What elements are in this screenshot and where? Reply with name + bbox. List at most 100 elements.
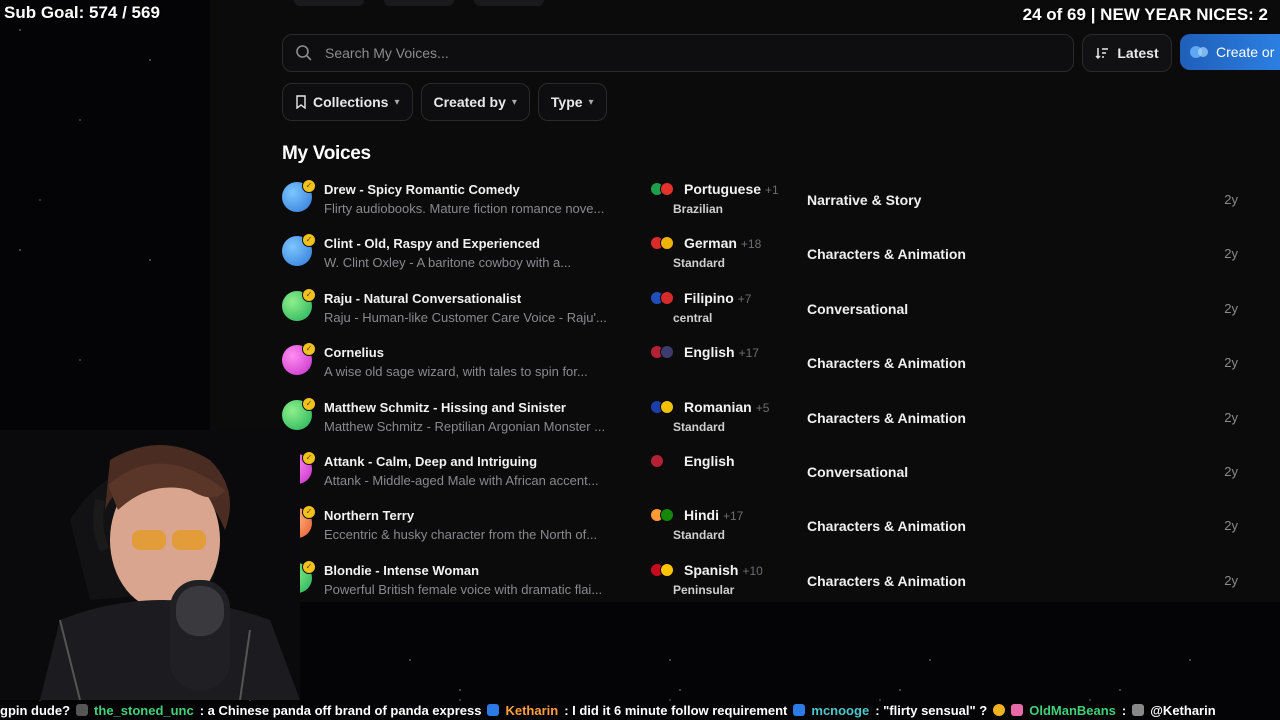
voice-description: Raju - Human-like Customer Care Voice - … [324,309,607,325]
flag-icon [660,508,674,523]
create-voice-button[interactable]: Create or [1180,34,1280,70]
voice-list: ✓ Drew - Spicy Romantic Comedy Flirty audi… [282,172,1252,607]
flag-icon [650,453,664,468]
voice-name: Drew - Spicy Romantic Comedy [324,182,520,197]
voice-accent: central [673,310,713,325]
flag-icon [660,182,674,196]
voice-name: Attank - Calm, Deep and Intriguing [324,453,538,469]
coin-icon [993,704,1006,716]
flag-icon [660,345,674,360]
voice-category: Characters & Animation [807,409,966,426]
voice-age: 2y [1224,572,1238,588]
chevron-down-icon: ▾ [511,96,517,108]
voice-library-panel: Latest Create or Collections ▾ Created b… [210,0,1280,602]
chat-badge-icon [793,704,806,716]
voice-accent: Standard [673,256,726,271]
chat-message: @Ketharin [1150,702,1216,718]
webcam-overlay [0,430,300,700]
sub-goal-overlay: Sub Goal: 574 / 569 [4,3,160,22]
filter-label: Type [550,94,583,110]
sort-latest-button[interactable]: Latest [1082,34,1172,72]
voice-row[interactable]: ✓ Matthew Schmitz - Hissing and Sinister M… [282,390,1252,444]
voice-row[interactable]: ✓ Cornelius A wise old sage wizard, with t… [282,335,1252,389]
voice-age: 2y [1224,409,1238,425]
search-icon [296,45,312,61]
voice-row[interactable]: ✓ Attank - Calm, Deep and Intriguing Attan… [282,444,1252,498]
language-more-count: +17 [723,509,744,524]
heart-icon [1011,704,1024,716]
language-more-count: +5 [755,400,770,415]
voice-description: A wise old sage wizard, with tales to sp… [324,364,588,380]
create-label: Create or [1216,44,1275,60]
voice-language: Romanian +5 [684,399,769,415]
language-name: Hindi [684,507,719,524]
voice-row[interactable]: ✓ Clint - Old, Raspy and Experienced W. Cl… [282,226,1252,280]
filter-created-by[interactable]: Created by ▾ [420,83,530,121]
voice-row[interactable]: ✓ Raju - Natural Conversationalist Raju - … [282,281,1252,335]
voice-name: Northern Terry [324,508,415,524]
sort-label: Latest [1117,45,1159,61]
verified-badge-icon: ✓ [302,287,316,302]
voice-language: Hindi +17 [684,507,743,523]
voice-age: 2y [1224,355,1238,371]
language-flags [650,508,674,523]
chat-username: mcnooge [811,702,870,718]
verified-badge-icon: ✓ [302,559,316,574]
language-name: Portuguese [684,181,762,197]
voice-row[interactable]: ✓ Northern Terry Eccentric & husky charact… [282,498,1252,552]
chat-message: gpin dude? [0,702,71,718]
bookmark-icon [296,95,306,109]
language-flags [650,399,674,414]
filter-type[interactable]: Type ▾ [537,83,607,121]
voice-category: Characters & Animation [807,518,966,535]
voice-description: Eccentric & husky character from the Nor… [324,527,598,543]
search-bar[interactable] [282,34,1074,72]
filter-label: Collections [313,94,389,110]
voice-category: Characters & Animation [807,572,966,589]
verified-badge-icon: ✓ [302,396,316,411]
voice-language: Portuguese +1 [684,181,779,197]
voice-language: Filipino +7 [684,290,751,306]
language-more-count: +1 [765,183,779,197]
voice-category: Characters & Animation [807,246,966,263]
streamer-image [0,430,300,700]
voice-age: 2y [1224,463,1238,479]
voice-row[interactable]: ✓ Drew - Spicy Romantic Comedy Flirty audi… [282,172,1252,226]
sort-icon [1095,48,1109,60]
chat-username: Ketharin [505,702,559,718]
voice-language: German +18 [684,235,761,251]
language-more-count: +18 [740,237,762,252]
voice-description: Powerful British female voice with drama… [324,581,603,597]
voice-age: 2y [1224,246,1238,262]
voice-category: Narrative & Story [807,192,922,208]
language-flags [650,562,674,577]
tab-my-voices[interactable] [384,0,454,6]
chat-badge-icon [76,704,89,716]
chat-ticker: gpin dude? the_stoned_unc : a Chinese pa… [0,700,1280,720]
voice-accent: Standard [673,419,726,434]
search-input[interactable] [323,44,1047,62]
language-more-count: +17 [738,346,759,361]
voice-name: Raju - Natural Conversationalist [324,290,522,306]
voice-name: Cornelius [324,345,384,361]
voice-language: Spanish +10 [684,562,763,578]
voice-language: English +17 [684,344,759,360]
verified-badge-icon: ✓ [302,342,316,357]
language-flags [650,236,674,251]
language-name: Filipino [684,289,734,306]
voice-row[interactable]: ✓ Blondie - Intense Woman Powerful British… [282,553,1252,607]
section-title: My Voices [282,143,371,164]
flag-icon [660,562,674,577]
flag-icon [660,290,674,305]
chat-badge-icon [487,704,500,716]
voice-language: English [684,453,739,469]
tab-explore[interactable] [294,0,364,6]
language-flags [650,182,674,196]
voice-accent: Standard [673,528,726,543]
chat-username: the_stoned_unc [94,702,194,718]
tab-default-voices[interactable] [474,0,544,6]
filter-collections[interactable]: Collections ▾ [282,83,413,121]
voice-description: Matthew Schmitz - Reptilian Argonian Mon… [324,418,606,434]
language-name: German [684,235,737,252]
sparkle-icon [1190,46,1208,58]
